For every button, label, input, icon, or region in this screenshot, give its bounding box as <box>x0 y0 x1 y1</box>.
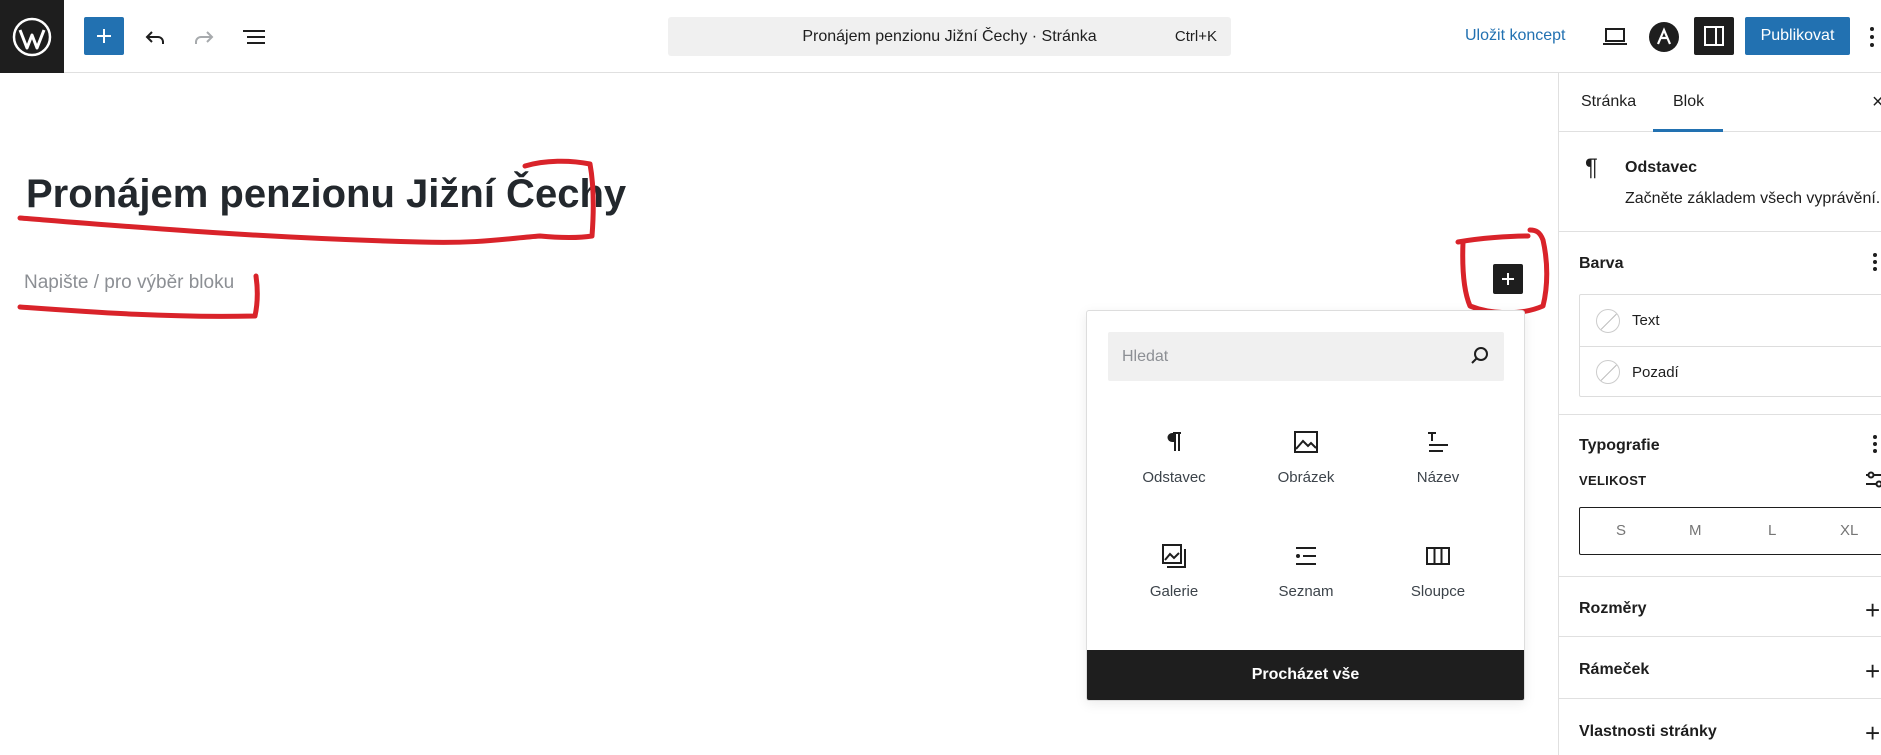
expand-plus-icon[interactable]: + <box>1865 658 1880 684</box>
editor-header: Pronájem penzionu Jižní Čechy · Stránka … <box>0 0 1881 73</box>
color-item-background[interactable]: Pozadí <box>1580 346 1881 397</box>
inserter-search-input[interactable] <box>1122 345 1452 369</box>
gallery-icon <box>1159 541 1189 571</box>
document-title: Pronájem penzionu Jižní Čechy · Stránka <box>802 27 1097 45</box>
save-draft-button[interactable]: Uložit koncept <box>1465 27 1566 45</box>
empty-swatch-icon <box>1596 360 1620 384</box>
font-size-label: VELIKOST <box>1579 473 1647 488</box>
publish-button[interactable]: Publikovat <box>1745 17 1850 55</box>
paragraph-icon: ¶ <box>1585 154 1598 181</box>
heading-icon <box>1423 427 1453 457</box>
close-icon[interactable]: × <box>1872 91 1881 114</box>
block-option-label: Galerie <box>1149 583 1199 600</box>
divider <box>1559 698 1881 699</box>
tab-block[interactable]: Blok <box>1673 93 1704 111</box>
browse-all-button[interactable]: Procházet vše <box>1087 650 1524 700</box>
command-shortcut: Ctrl+K <box>1174 28 1217 45</box>
columns-icon <box>1423 541 1453 571</box>
panel-title-border[interactable]: Rámeček <box>1579 661 1649 679</box>
panel-title-page-properties[interactable]: Vlastnosti stránky <box>1579 723 1717 741</box>
divider <box>1559 636 1881 637</box>
paragraph-icon <box>1159 427 1189 457</box>
font-size-picker: S M L XL <box>1579 507 1881 555</box>
options-kebab-icon[interactable] <box>1866 22 1878 52</box>
tab-page[interactable]: Stránka <box>1581 93 1636 111</box>
color-item-label: Pozadí <box>1632 363 1679 381</box>
typography-panel-kebab-icon[interactable] <box>1873 435 1877 455</box>
block-option-columns[interactable]: Sloupce <box>1378 529 1498 625</box>
divider <box>1559 414 1881 415</box>
block-option-image[interactable]: Obrázek <box>1246 415 1366 511</box>
size-option-l[interactable]: L <box>1768 522 1776 539</box>
list-icon <box>1291 541 1321 571</box>
expand-plus-icon[interactable]: + <box>1865 720 1880 746</box>
size-option-s[interactable]: S <box>1616 522 1626 539</box>
empty-block-placeholder[interactable]: Napište / pro výběr bloku <box>24 272 234 294</box>
sidebar-tabs: Stránka Blok × <box>1559 73 1881 132</box>
block-option-paragraph[interactable]: Odstavec <box>1114 415 1234 511</box>
color-item-text[interactable]: Text <box>1580 295 1881 346</box>
custom-size-settings-icon[interactable] <box>1865 469 1881 491</box>
block-option-label: Název <box>1416 469 1460 486</box>
search-icon[interactable] <box>1468 344 1492 368</box>
block-option-heading[interactable]: Název <box>1378 415 1498 511</box>
panel-title-color[interactable]: Barva <box>1579 255 1623 273</box>
inline-inserter-button[interactable] <box>1493 264 1523 294</box>
add-block-button[interactable] <box>84 17 124 55</box>
command-palette-button[interactable]: Pronájem penzionu Jižní Čechy · Stránka … <box>668 17 1231 56</box>
color-list: Text Pozadí <box>1579 294 1881 397</box>
block-option-label: Sloupce <box>1410 583 1466 600</box>
block-card: ¶ Odstavec Začněte základem všech vypráv… <box>1559 132 1881 232</box>
settings-sidebar: Stránka Blok × ¶ Odstavec Začněte základ… <box>1558 73 1881 755</box>
preview-laptop-icon[interactable] <box>1597 19 1633 55</box>
inserter-search <box>1108 332 1504 381</box>
color-panel-kebab-icon[interactable] <box>1873 253 1877 273</box>
expand-plus-icon[interactable]: + <box>1865 597 1880 623</box>
empty-swatch-icon <box>1596 308 1620 333</box>
plugin-logo-icon[interactable] <box>1646 19 1682 55</box>
panel-title-typography[interactable]: Typografie <box>1579 437 1660 455</box>
block-option-label: Seznam <box>1278 583 1334 600</box>
wordpress-logo-icon[interactable] <box>0 0 64 73</box>
block-option-label: Obrázek <box>1277 469 1335 486</box>
block-option-label: Odstavec <box>1142 469 1206 486</box>
size-option-xl[interactable]: XL <box>1840 522 1858 539</box>
post-title[interactable]: Pronájem penzionu Jižní Čechy <box>26 172 626 217</box>
document-overview-icon[interactable] <box>236 19 272 55</box>
block-card-description: Začněte základem všech vyprávění. <box>1625 190 1881 207</box>
size-option-m[interactable]: M <box>1689 522 1702 539</box>
panel-title-dimensions[interactable]: Rozměry <box>1579 600 1647 618</box>
undo-icon[interactable] <box>137 19 173 55</box>
divider <box>1559 576 1881 577</box>
image-icon <box>1291 427 1321 457</box>
settings-sidebar-toggle-icon[interactable] <box>1694 17 1734 55</box>
block-option-list[interactable]: Seznam <box>1246 529 1366 625</box>
block-card-title: Odstavec <box>1625 159 1698 176</box>
color-item-label: Text <box>1632 312 1660 329</box>
block-inserter-popover: Odstavec Obrázek Název Galerie Seznam Sl… <box>1086 310 1525 701</box>
redo-icon[interactable] <box>186 19 222 55</box>
block-option-gallery[interactable]: Galerie <box>1114 529 1234 625</box>
